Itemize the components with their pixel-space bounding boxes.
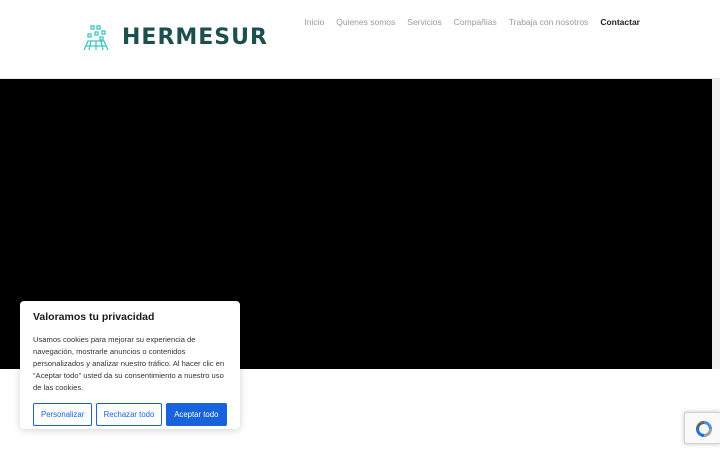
cookie-consent-banner: Valoramos tu privacidad Usamos cookies p… xyxy=(20,301,240,429)
cookie-title: Valoramos tu privacidad xyxy=(33,311,155,323)
main-nav: Inicio Quienes somos Servicios Compañias… xyxy=(304,17,640,27)
accept-all-button[interactable]: Aceptar todo xyxy=(165,403,227,426)
cookie-description: Usamos cookies para mejorar su experienc… xyxy=(33,335,225,392)
nav-item-servicios[interactable]: Servicios xyxy=(407,17,441,27)
nav-item-contactar[interactable]: Contactar xyxy=(600,17,640,27)
nav-item-quienes-somos[interactable]: Quienes somos xyxy=(336,17,395,27)
recaptcha-badge[interactable] xyxy=(684,412,720,444)
brand-name: HERMESUR xyxy=(122,25,268,50)
reject-all-button[interactable]: Rechazar todo xyxy=(96,403,162,426)
cookie-button-row: Personalizar Rechazar todo Aceptar todo xyxy=(33,403,227,426)
nav-item-trabaja-con-nosotros[interactable]: Trabaja con nosotros xyxy=(509,17,589,27)
logo-icon xyxy=(83,25,109,51)
nav-item-inicio[interactable]: Inicio xyxy=(304,17,324,27)
recaptcha-icon xyxy=(696,421,712,437)
brand-logo[interactable]: HERMESUR xyxy=(82,24,268,52)
nav-item-companias[interactable]: Compañias xyxy=(454,17,497,27)
customize-button[interactable]: Personalizar xyxy=(33,403,93,426)
site-header: HERMESUR Inicio Quienes somos Servicios … xyxy=(0,0,720,79)
page-scrollbar[interactable] xyxy=(712,79,720,369)
